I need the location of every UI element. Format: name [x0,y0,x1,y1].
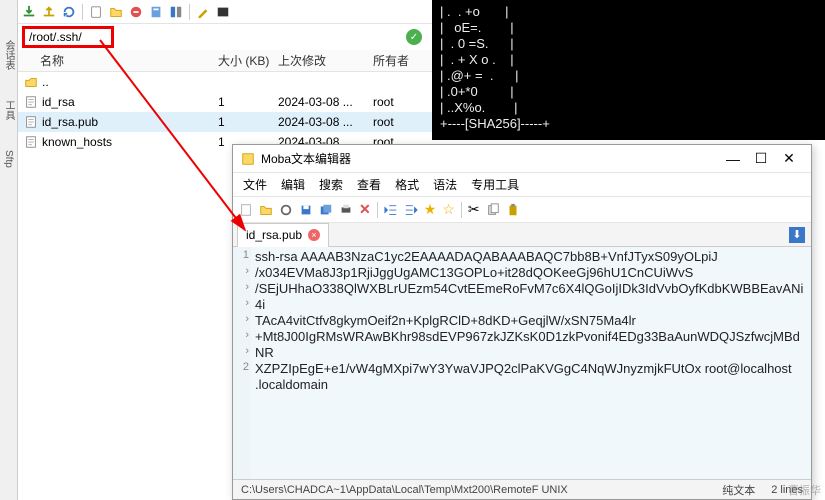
editor-statusbar: C:\Users\CHADCA~1\AppData\Local\Temp\Mxt… [233,479,811,499]
new-icon[interactable] [239,203,253,217]
menu-search[interactable]: 搜索 [319,176,343,193]
watermark: 曹振华 [788,482,821,498]
file-row[interactable]: id_rsa12024-03-08 ...root [18,92,432,112]
status-path: C:\Users\CHADCA~1\AppData\Local\Temp\Mxt… [241,484,568,496]
tab-label: id_rsa.pub [246,228,302,242]
editor-app-icon [241,152,255,166]
editor-content[interactable]: ssh-rsa AAAAB3NzaC1yc2EAAAADAQABAAABAQC7… [251,247,811,479]
indent-icon[interactable] [404,203,418,217]
status-encoding: 纯文本 [722,482,755,498]
col-owner[interactable]: 所有者 [373,52,428,69]
menu-view[interactable]: 查看 [357,176,381,193]
fm-rows: .. id_rsa12024-03-08 ...rootid_rsa.pub120… [18,72,432,152]
download-tab-icon[interactable]: ⬇ [789,227,805,243]
new-file-icon[interactable] [89,5,103,19]
file-name: id_rsa [42,95,75,109]
editor-body[interactable]: 1››››››2 ssh-rsa AAAAB3NzaC1yc2EAAAADAQA… [233,247,811,479]
file-name: known_hosts [42,135,112,149]
path-ok-icon: ✓ [406,29,422,45]
maximize-button[interactable]: ☐ [747,145,775,173]
minimize-button[interactable]: — [719,145,747,173]
folder-icon[interactable] [109,5,123,19]
file-row[interactable]: id_rsa.pub12024-03-08 ...root [18,112,432,132]
editor-toolbar: ✕ ★ ☆ ✂ [233,197,811,223]
path-input[interactable]: /root/.ssh/ [22,26,114,48]
save-icon[interactable] [299,203,313,217]
close-file-icon[interactable]: ✕ [359,201,371,218]
col-date[interactable]: 上次修改 [278,52,373,69]
paste-icon[interactable] [506,203,520,217]
file-row[interactable]: .. [18,72,432,92]
edit-icon[interactable] [196,5,210,19]
properties-icon[interactable] [149,5,163,19]
reload-icon[interactable] [279,203,293,217]
menu-edit[interactable]: 编辑 [281,176,305,193]
column-icon[interactable] [169,5,183,19]
download-icon[interactable] [22,5,36,19]
copy-icon[interactable] [486,203,500,217]
file-name: id_rsa.pub [42,115,98,129]
fm-toolbar [18,0,432,24]
path-bar: /root/.ssh/ ✓ [18,24,432,50]
bookmark2-icon[interactable]: ☆ [442,201,455,218]
bookmark-icon[interactable]: ★ [424,201,437,218]
file-name: .. [42,75,49,89]
upload-icon[interactable] [42,5,56,19]
col-name[interactable]: 名称 [18,52,218,69]
delete-icon[interactable] [129,5,143,19]
saveall-icon[interactable] [319,203,333,217]
editor-tabs: id_rsa.pub × ⬇ [233,223,811,247]
refresh-icon[interactable] [62,5,76,19]
print-icon[interactable] [339,203,353,217]
menu-tools[interactable]: 专用工具 [471,176,519,193]
tab-id-rsa-pub[interactable]: id_rsa.pub × [237,223,329,247]
editor-gutter: 1››››››2 [233,247,251,479]
outdent-icon[interactable] [384,203,398,217]
sidebar-item-sftp[interactable]: Sftp [3,150,14,168]
editor-title: Moba文本编辑器 [261,150,719,167]
editor-titlebar[interactable]: Moba文本编辑器 — ☐ ✕ [233,145,811,173]
editor-window: Moba文本编辑器 — ☐ ✕ 文件 编辑 搜索 查看 格式 语法 专用工具 ✕… [232,144,812,500]
terminal[interactable]: | . . +o | | oE=. | | . 0 =S. | | . + X … [432,0,825,140]
menu-format[interactable]: 格式 [395,176,419,193]
sidebar-item-tools[interactable]: 工具 [1,100,16,120]
editor-menu: 文件 编辑 搜索 查看 格式 语法 专用工具 [233,173,811,197]
menu-file[interactable]: 文件 [243,176,267,193]
tab-close-icon[interactable]: × [308,229,320,241]
col-size[interactable]: 大小 (KB) [218,52,278,69]
terminal-icon[interactable] [216,5,230,19]
cut-icon[interactable]: ✂ [468,201,480,218]
close-button[interactable]: ✕ [775,145,803,173]
fm-header: 名称 大小 (KB) 上次修改 所有者 [18,50,432,72]
sidebar-item-sessions[interactable]: 会话表 [1,40,16,70]
left-sidebar: 会话表 工具 Sftp [0,0,18,500]
open-icon[interactable] [259,203,273,217]
menu-syntax[interactable]: 语法 [433,176,457,193]
